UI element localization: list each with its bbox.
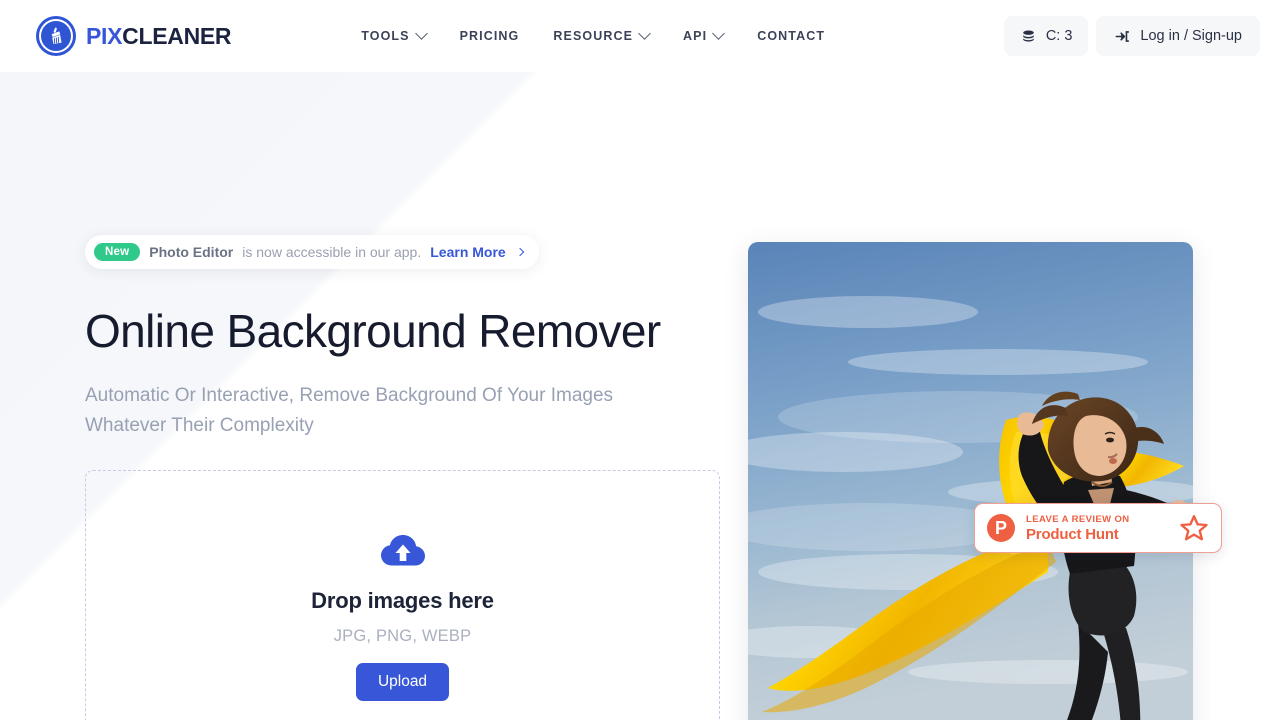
chevron-down-icon (414, 26, 428, 40)
chevron-right-icon (515, 247, 524, 257)
login-arrow-icon (1115, 30, 1130, 42)
new-badge: New (94, 243, 141, 261)
hero-photo (748, 242, 1193, 720)
main-navigation: TOOLS PRICING RESOURCE API CONTACT (361, 26, 825, 43)
nav-label: RESOURCE (553, 29, 634, 43)
hero-right-column: P LEAVE A REVIEW ON Product Hunt (748, 72, 1244, 720)
nav-label: PRICING (459, 29, 520, 43)
brand-logo[interactable]: PIXCLEANER (36, 16, 232, 56)
credits-button[interactable]: C: 3 (1003, 16, 1089, 56)
nav-item-pricing[interactable]: PRICING (460, 29, 520, 43)
page-subtitle: Automatic Or Interactive, Remove Backgro… (85, 385, 614, 436)
main-content: New Photo Editor is now accessible in ou… (0, 72, 1280, 720)
star-outline-icon (1180, 515, 1208, 541)
login-signup-button[interactable]: Log in / Sign-up (1096, 16, 1260, 56)
brush-circle-icon (36, 16, 76, 56)
dropzone-formats: JPG, PNG, WEBP (333, 627, 472, 646)
site-header: PIXCLEANER TOOLS PRICING RESOURCE API CO… (0, 0, 1280, 72)
dropzone-title: Drop images here (311, 588, 494, 614)
brand-name-part1: PIX (86, 22, 123, 49)
nav-label: API (683, 29, 708, 43)
learn-more-link[interactable]: Learn More (430, 244, 505, 260)
coins-icon (1023, 30, 1034, 42)
page-title: Online Background Remover (85, 305, 661, 357)
chevron-down-icon (712, 26, 726, 40)
brand-name: PIXCLEANER (86, 22, 232, 50)
product-hunt-texts: LEAVE A REVIEW ON Product Hunt (1026, 514, 1130, 543)
chevron-down-icon (638, 26, 651, 40)
announcement-strong-text: Photo Editor (149, 244, 234, 260)
product-hunt-small-label: LEAVE A REVIEW ON (1026, 513, 1130, 525)
hero-left-column: New Photo Editor is now accessible in ou… (48, 72, 748, 720)
credits-label: C: 3 (1045, 28, 1073, 44)
announcement-banner[interactable]: New Photo Editor is now accessible in ou… (85, 235, 539, 269)
brand-name-part2: CLEANER (122, 22, 232, 49)
cloud-upload-icon (380, 535, 425, 566)
nav-item-api[interactable]: API (683, 26, 726, 43)
announcement-rest-text: is now accessible in our app. (242, 244, 422, 260)
upload-button[interactable]: Upload (355, 663, 450, 702)
nav-item-resource[interactable]: RESOURCE (553, 26, 651, 43)
nav-item-tools[interactable]: TOOLS (361, 26, 428, 43)
image-dropzone[interactable]: Drop images here JPG, PNG, WEBP Upload (85, 470, 720, 720)
nav-item-contact[interactable]: CONTACT (757, 29, 825, 43)
product-hunt-name: Product Hunt (1026, 525, 1119, 543)
product-hunt-logo-icon: P (987, 514, 1015, 542)
nav-label: CONTACT (757, 29, 826, 43)
nav-label: TOOLS (361, 29, 410, 43)
header-actions: C: 3 Log in / Sign-up (1003, 16, 1260, 56)
login-label: Log in / Sign-up (1140, 28, 1242, 44)
product-hunt-badge[interactable]: P LEAVE A REVIEW ON Product Hunt (974, 503, 1222, 553)
